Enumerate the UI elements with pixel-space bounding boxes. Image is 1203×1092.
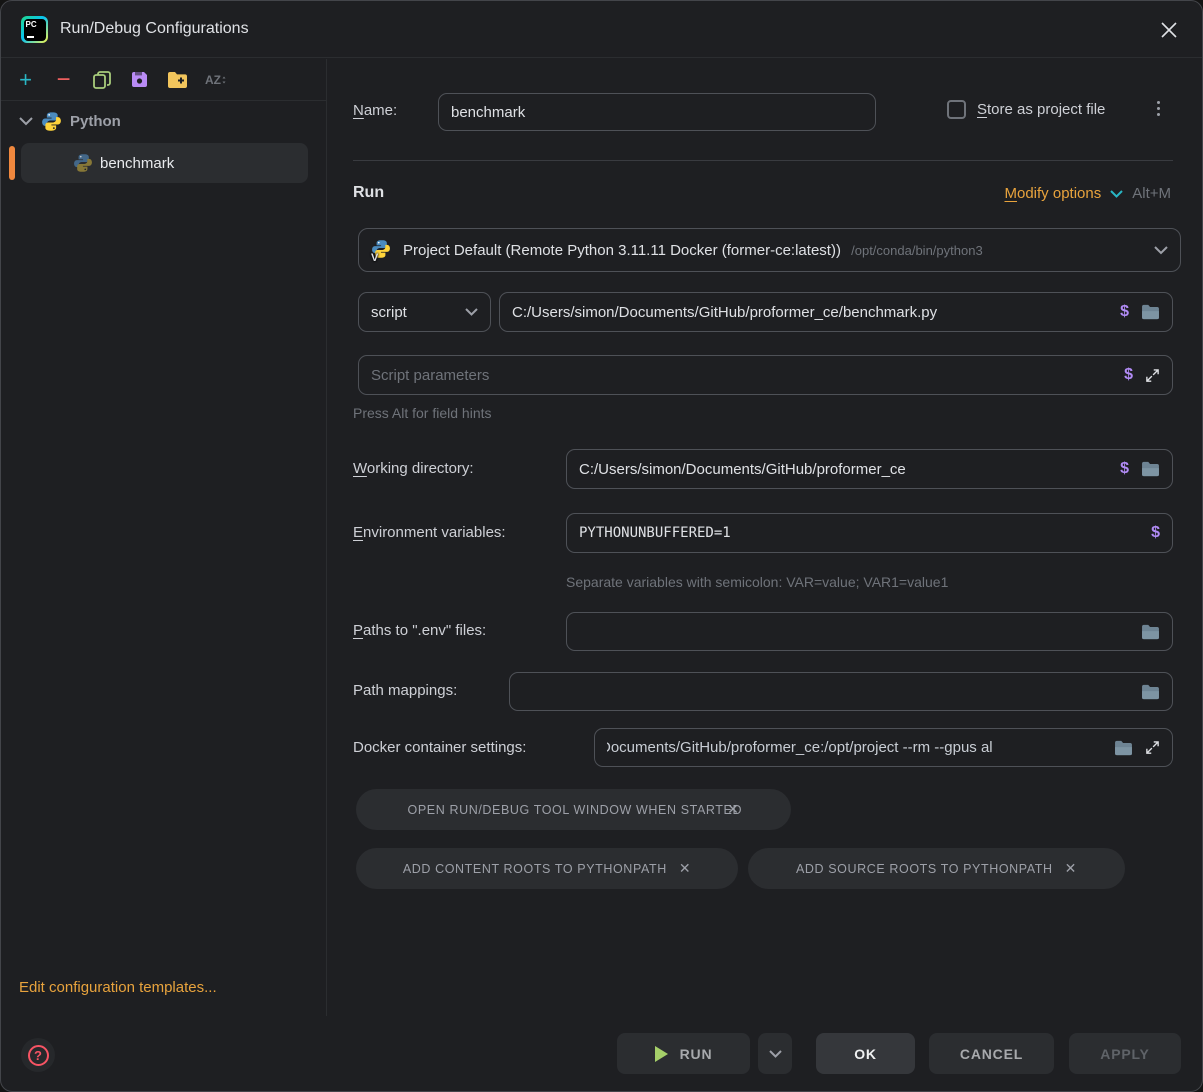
name-input[interactable]: benchmark [438,93,876,131]
add-configuration-icon[interactable]: + [15,69,36,90]
insert-macro-icon[interactable]: $ [1151,524,1160,542]
expand-field-icon[interactable] [1145,368,1160,383]
configurations-toolbar: + − AZ [1,59,326,101]
env-files-input[interactable] [566,612,1173,651]
working-directory-value: C:/Users/simon/Documents/GitHub/proforme… [579,461,1120,478]
python-icon [41,111,62,132]
chevron-down-icon [1154,246,1168,255]
chevron-down-icon [19,117,33,126]
target-mode-value: script [371,304,407,321]
browse-folder-icon[interactable] [1141,304,1160,320]
script-parameters-placeholder: Script parameters [371,367,1124,384]
remove-pill-icon[interactable]: ✕ [727,801,739,818]
run-section-header: Run [353,184,384,202]
pill-open-run-window[interactable]: OPEN RUN/DEBUG TOOL WINDOW WHEN STARTED … [356,789,791,830]
chevron-down-icon[interactable] [1110,190,1123,198]
new-folder-icon[interactable] [167,69,188,90]
browse-folder-icon[interactable] [1141,684,1160,700]
working-directory-label: Working directory: [353,460,474,477]
pycharm-logo-icon: PC [21,16,48,43]
run-button-label: RUN [680,1046,713,1062]
selected-row-accent-bar [9,146,15,180]
help-icon: ? [28,1045,49,1066]
pill-add-content-roots[interactable]: ADD CONTENT ROOTS TO PYTHONPATH ✕ [356,848,738,889]
environment-variables-label: Environment variables: [353,524,506,541]
store-as-project-file: Store as project file [947,100,1105,119]
alt-field-hints-text: Press Alt for field hints [353,405,492,421]
dialog-title: Run/Debug Configurations [60,20,249,38]
script-path-value: C:/Users/simon/Documents/GitHub/proforme… [512,304,1120,321]
environment-variables-value: PYTHONUNBUFFERED=1 [579,525,1151,541]
run-section-separator [353,160,1173,161]
environment-variables-hint: Separate variables with semicolon: VAR=v… [566,574,948,590]
tree-item-label: benchmark [100,155,174,172]
copy-configuration-icon[interactable] [91,69,112,90]
pill-label: ADD CONTENT ROOTS TO PYTHONPATH [403,862,667,876]
environment-variables-input[interactable]: PYTHONUNBUFFERED=1 $ [566,513,1173,553]
sidebar-divider [326,59,327,1016]
script-path-input[interactable]: C:/Users/simon/Documents/GitHub/proforme… [499,292,1173,332]
pill-add-source-roots[interactable]: ADD SOURCE ROOTS TO PYTHONPATH ✕ [748,848,1125,889]
modify-options: Modify options Alt+M [1005,185,1172,202]
browse-folder-icon[interactable] [1141,624,1160,640]
interpreter-value: Project Default (Remote Python 3.11.11 D… [403,242,1144,259]
path-mappings-label: Path mappings: [353,682,457,699]
interpreter-path: /opt/conda/bin/python3 [851,243,983,258]
pill-label: ADD SOURCE ROOTS TO PYTHONPATH [796,862,1053,876]
run-options-dropdown-button[interactable] [758,1033,792,1074]
run-button[interactable]: RUN [617,1033,750,1074]
insert-macro-icon[interactable]: $ [1120,303,1129,321]
env-files-label: Paths to ".env" files: [353,622,486,639]
help-button[interactable]: ? [21,1038,55,1072]
python-icon [73,153,93,173]
more-options-kebab-icon[interactable] [1157,101,1160,116]
target-mode-select[interactable]: script [358,292,491,332]
name-label: Name: [353,102,397,119]
save-configuration-icon[interactable] [129,69,150,90]
pill-label: OPEN RUN/DEBUG TOOL WINDOW WHEN STARTED [408,803,743,817]
remove-pill-icon[interactable]: ✕ [679,860,691,877]
modify-options-shortcut: Alt+M [1132,185,1171,202]
apply-button[interactable]: APPLY [1069,1033,1181,1074]
docker-container-settings-label: Docker container settings: [353,739,526,756]
path-mappings-input[interactable] [509,672,1173,711]
cancel-button[interactable]: CANCEL [929,1033,1054,1074]
insert-macro-icon[interactable]: $ [1120,460,1129,478]
python-virtualenv-icon: V [371,239,393,261]
remove-pill-icon[interactable]: ✕ [1065,860,1077,877]
edit-configuration-templates-link[interactable]: Edit configuration templates... [19,979,217,996]
script-parameters-input[interactable]: Script parameters $ [358,355,1173,395]
chevron-down-icon [769,1050,782,1058]
interpreter-select[interactable]: V Project Default (Remote Python 3.11.11… [358,228,1181,272]
run-debug-configurations-dialog: PC Run/Debug Configurations + − AZ Pytho… [0,0,1203,1092]
configurations-tree: Python benchmark [1,101,326,141]
insert-macro-icon[interactable]: $ [1124,366,1133,384]
tree-group-label: Python [70,113,121,130]
chevron-down-icon [465,308,478,316]
play-icon [655,1046,668,1062]
remove-configuration-icon[interactable]: − [53,69,74,90]
store-as-project-file-label: Store as project file [977,101,1105,118]
working-directory-input[interactable]: C:/Users/simon/Documents/GitHub/proforme… [566,449,1173,489]
close-icon[interactable] [1154,15,1184,45]
modify-options-link[interactable]: Modify options [1005,185,1102,202]
docker-container-settings-value: Documents/GitHub/proformer_ce:/opt/proje… [607,739,1114,756]
name-value: benchmark [451,104,525,121]
title-bar: PC Run/Debug Configurations [1,1,1202,58]
tree-group-python[interactable]: Python [1,101,326,141]
store-as-project-file-checkbox[interactable] [947,100,966,119]
browse-folder-icon[interactable] [1114,740,1133,756]
expand-field-icon[interactable] [1145,740,1160,755]
browse-folder-icon[interactable] [1141,461,1160,477]
sort-configurations-icon: AZ [205,69,226,90]
tree-item-benchmark[interactable]: benchmark [21,143,308,183]
docker-container-settings-input[interactable]: Documents/GitHub/proformer_ce:/opt/proje… [594,728,1173,767]
ok-button[interactable]: OK [816,1033,915,1074]
